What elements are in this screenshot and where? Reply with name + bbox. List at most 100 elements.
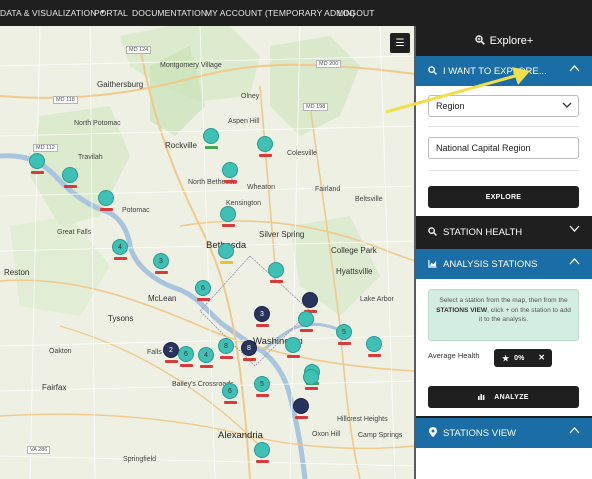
- station-health-bar: [154, 271, 168, 274]
- map-label-potomac: Potomac: [122, 207, 150, 214]
- station-marker[interactable]: [254, 442, 270, 458]
- station-marker[interactable]: [293, 398, 309, 414]
- explore-button[interactable]: EXPLORE: [428, 186, 579, 208]
- map-canvas[interactable]: Gaithersburg Rockville Olney Montgomery …: [0, 26, 415, 479]
- station-health-section-header[interactable]: STATION HEALTH: [416, 217, 592, 247]
- list-icon: ☰: [395, 37, 405, 49]
- map-label-tysons: Tysons: [108, 314, 134, 323]
- station-health-bar: [199, 365, 213, 368]
- search-icon: [428, 65, 437, 77]
- station-marker[interactable]: [220, 206, 236, 222]
- panel-title-text: Explore+: [489, 35, 534, 47]
- map-marker-icon: [428, 427, 437, 439]
- instructions-stations-view: STATIONS VIEW: [436, 306, 488, 314]
- chevron-up-icon: [569, 426, 580, 437]
- map-label-wheaton: Wheaton: [247, 184, 276, 191]
- station-marker[interactable]: 8: [241, 340, 257, 356]
- station-marker[interactable]: 2: [163, 342, 179, 358]
- analysis-stations-section-header[interactable]: ANALYSIS STATIONS: [416, 249, 592, 279]
- map-label-great-falls: Great Falls: [57, 229, 92, 236]
- search-plus-icon: [474, 34, 485, 48]
- nav-documentation[interactable]: DOCUMENTATION: [132, 8, 207, 18]
- station-health-bar: [223, 180, 237, 183]
- station-marker[interactable]: [98, 190, 114, 206]
- station-health-bar: [286, 355, 300, 358]
- nav-data-visualization-dropdown[interactable]: DATA & VISUALIZATION ▼: [0, 8, 106, 18]
- map-label-fairfax: Fairfax: [42, 383, 67, 392]
- chevron-up-icon: [569, 257, 580, 268]
- station-marker[interactable]: 6: [195, 280, 211, 296]
- station-marker[interactable]: 4: [198, 347, 214, 363]
- region-field-value: National Capital Region: [436, 143, 531, 153]
- station-marker[interactable]: 8: [218, 338, 234, 354]
- instructions-text-pre: Select a station from the map, then from…: [439, 297, 568, 304]
- instructions-text-post: , click + on the station to add it to th…: [478, 306, 571, 324]
- station-health-bar: [99, 208, 113, 211]
- station-marker[interactable]: [222, 162, 238, 178]
- map-label-aspen-hill: Aspen Hill: [228, 118, 260, 125]
- nav-my-account[interactable]: MY ACCOUNT (TEMPORARY ADMIN): [205, 8, 355, 18]
- stations-view-body: [416, 448, 592, 479]
- station-marker[interactable]: [29, 153, 45, 169]
- station-marker[interactable]: [62, 167, 78, 183]
- map-route-md124: MD 124: [126, 46, 152, 54]
- analyze-button[interactable]: ANALYZE: [428, 386, 579, 408]
- station-marker[interactable]: [303, 369, 319, 385]
- nav-portal[interactable]: PORTAL: [94, 8, 128, 18]
- station-marker[interactable]: 4: [112, 239, 128, 255]
- chevron-up-icon: [569, 64, 580, 75]
- station-health-bar: [113, 257, 127, 260]
- average-health-badge: ★ 0% ✕: [494, 349, 552, 367]
- station-marker[interactable]: [203, 128, 219, 144]
- average-health-label: Average Health: [428, 351, 480, 360]
- station-health-bar: [219, 261, 233, 264]
- analysis-instructions: Select a station from the map, then from…: [428, 289, 579, 341]
- nav-logout[interactable]: LOGOUT: [338, 8, 375, 18]
- station-health-bar: [269, 280, 283, 283]
- station-health-bar: [299, 329, 313, 332]
- search-icon: [428, 226, 437, 238]
- map-label-silver-spring: Silver Spring: [259, 230, 305, 239]
- map-route-md112: MD 112: [33, 144, 58, 152]
- station-health-title: STATION HEALTH: [443, 226, 523, 238]
- station-marker[interactable]: 5: [254, 376, 270, 392]
- station-marker[interactable]: 6: [178, 346, 194, 362]
- station-health-bar: [255, 460, 269, 463]
- analyze-button-label: ANALYZE: [494, 393, 529, 401]
- station-health-bar: [204, 146, 218, 149]
- explore-category-select[interactable]: Region: [428, 95, 579, 117]
- station-marker[interactable]: [218, 243, 234, 259]
- close-icon[interactable]: ✕: [538, 353, 545, 362]
- station-marker[interactable]: 3: [254, 306, 270, 322]
- explore-section-header[interactable]: I WANT TO EXPLORE...: [416, 56, 592, 86]
- layers-toggle-button[interactable]: ☰: [390, 33, 410, 53]
- map-label-gaithersburg: Gaithersburg: [97, 80, 144, 89]
- station-marker[interactable]: [298, 311, 314, 327]
- station-marker[interactable]: [366, 336, 382, 352]
- station-marker[interactable]: [268, 262, 284, 278]
- map-label-hyattsville: Hyattsville: [336, 267, 373, 276]
- panel-title: Explore+: [416, 26, 592, 56]
- map-label-oakton: Oakton: [49, 348, 72, 355]
- nav-data-visualization-label: DATA & VISUALIZATION: [0, 8, 97, 18]
- analysis-stations-body: Select a station from the map, then from…: [416, 279, 592, 416]
- star-icon: ★: [502, 353, 510, 363]
- station-health-bar: [223, 401, 237, 404]
- station-health-bar: [30, 171, 44, 174]
- stations-view-title: STATIONS VIEW: [443, 427, 517, 439]
- station-marker[interactable]: [302, 292, 318, 308]
- station-marker[interactable]: 3: [153, 253, 169, 269]
- station-marker[interactable]: 6: [222, 383, 238, 399]
- map-label-hillcrest-heights: Hillcrest Heights: [337, 416, 388, 423]
- region-field[interactable]: National Capital Region: [428, 137, 579, 159]
- explore-panel: Explore+ I WANT TO EXPLORE... Region Nat…: [416, 26, 592, 479]
- station-health-bar: [164, 360, 178, 363]
- area-chart-icon: [428, 259, 437, 270]
- station-marker[interactable]: [257, 136, 273, 152]
- map-label-beltsville: Beltsville: [355, 196, 383, 203]
- station-marker[interactable]: [285, 337, 301, 353]
- stations-view-section-header[interactable]: STATIONS VIEW: [416, 418, 592, 448]
- station-marker[interactable]: 5: [336, 324, 352, 340]
- station-health-bar: [304, 387, 318, 390]
- map-label-travilah: Travilah: [78, 154, 103, 161]
